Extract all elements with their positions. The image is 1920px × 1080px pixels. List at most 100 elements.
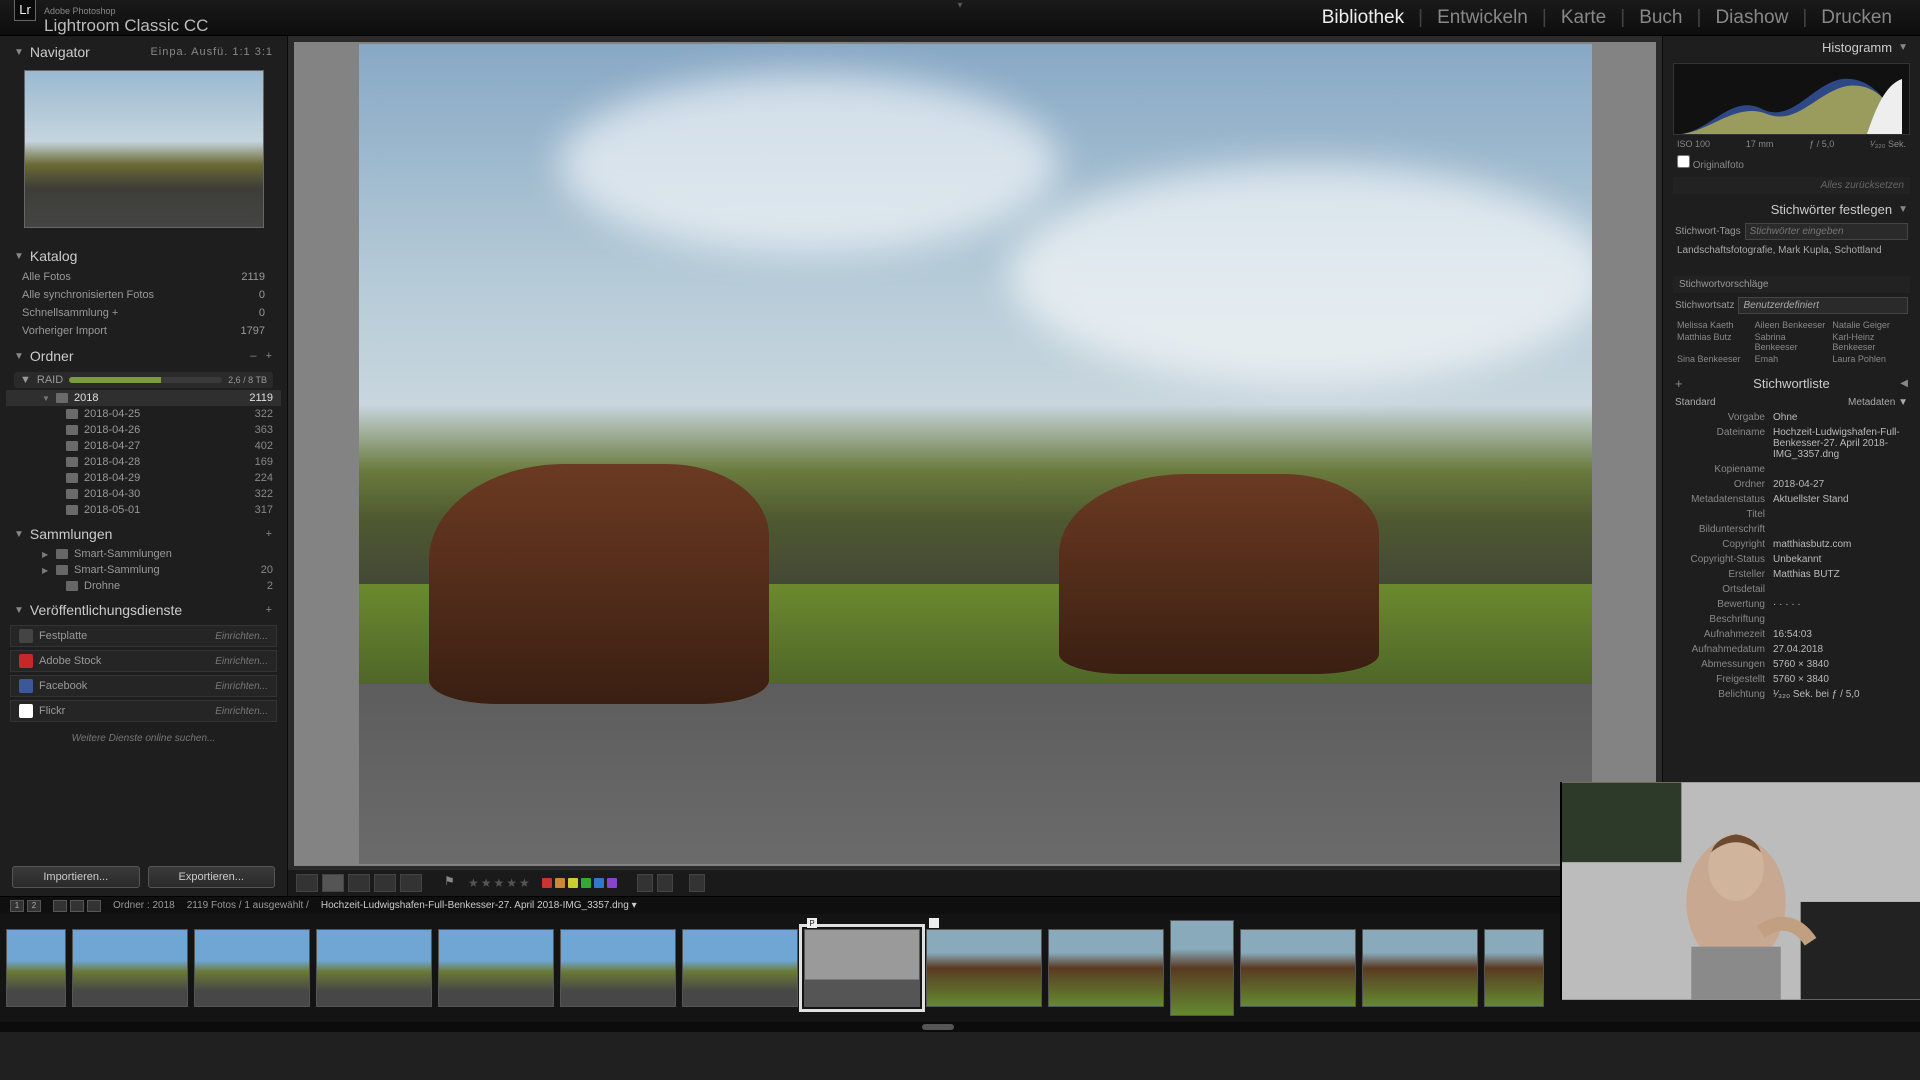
publish-service[interactable]: Adobe StockEinrichten... (10, 650, 277, 672)
thumbnail[interactable] (438, 929, 554, 1007)
coll-drohne[interactable]: Drohne2 (6, 578, 281, 594)
module-drucken[interactable]: Drucken (1807, 7, 1906, 29)
setup-link[interactable]: Einrichten... (215, 656, 268, 667)
current-filename[interactable]: Hochzeit-Ludwigshafen-Full-Benkesser-27.… (321, 900, 637, 911)
thumbnail[interactable] (1048, 929, 1164, 1007)
kw-suggestion[interactable]: Emah (1755, 354, 1829, 364)
kw-suggestion[interactable]: Natalie Geiger (1832, 320, 1906, 330)
metadata-value[interactable]: Aktuellster Stand (1773, 494, 1908, 505)
color-label[interactable] (607, 878, 617, 888)
compare-view-icon[interactable] (348, 874, 370, 892)
setup-link[interactable]: Einrichten... (215, 681, 268, 692)
folder-row[interactable]: 2018-04-29224 (6, 470, 281, 486)
color-label[interactable] (555, 878, 565, 888)
kw-suggestion[interactable]: Sabrina Benkeeser (1755, 332, 1829, 352)
thumbnail[interactable] (926, 929, 1042, 1007)
kw-suggest-header[interactable]: Stichwortvorschläge (1673, 276, 1910, 293)
thumbnail[interactable] (6, 929, 66, 1007)
smart-coll[interactable]: ▶Smart-Sammlung20 (6, 562, 281, 578)
folder-row[interactable]: 2018-04-30322 (6, 486, 281, 502)
folder-row[interactable]: 2018-04-25322 (6, 406, 281, 422)
keyword-input[interactable] (1745, 223, 1908, 240)
smart-coll-group[interactable]: ▶Smart-Sammlungen (6, 546, 281, 562)
color-label[interactable] (568, 878, 578, 888)
people-view-icon[interactable] (400, 874, 422, 892)
metadata-value[interactable]: · · · · · (1773, 599, 1908, 610)
thumbnail[interactable] (72, 929, 188, 1007)
navigator-header[interactable]: ▼ Navigator Einpa. Ausfü. 1:1 3:1 (6, 40, 281, 64)
crop-icon[interactable] (689, 874, 705, 892)
thumbnail[interactable] (560, 929, 676, 1007)
color-label[interactable] (581, 878, 591, 888)
folder-row[interactable]: 2018-05-01317 (6, 502, 281, 518)
ordner-header[interactable]: ▼Ordner– + (6, 344, 281, 368)
scroll-handle[interactable] (922, 1024, 954, 1030)
kw-suggestion[interactable]: Laura Pohlen (1832, 354, 1906, 364)
kw-suggestion[interactable]: Aileen Benkeeser (1755, 320, 1829, 330)
thumbnail-selected[interactable]: P (804, 929, 920, 1007)
display-1[interactable]: 1 (10, 900, 24, 912)
folder-row[interactable]: 2018-04-26363 (6, 422, 281, 438)
next-arrow-icon[interactable] (87, 900, 101, 912)
metadata-value[interactable]: Matthias BUTZ (1773, 569, 1908, 580)
kw-suggestion[interactable]: Melissa Kaeth (1677, 320, 1751, 330)
reset-all-button[interactable]: Alles zurücksetzen (1673, 177, 1910, 194)
publish-add[interactable]: + (266, 604, 273, 616)
setup-link[interactable]: Einrichten... (215, 706, 268, 717)
sammlungen-header[interactable]: ▼Sammlungen+ (6, 522, 281, 546)
loupe-view[interactable] (294, 42, 1656, 866)
display-2[interactable]: 2 (27, 900, 41, 912)
kw-set-select[interactable] (1738, 297, 1908, 314)
publish-header[interactable]: ▼Veröffentlichungsdienste+ (6, 598, 281, 622)
metadata-value[interactable]: 2018-04-27 (1773, 479, 1908, 490)
metadata-value[interactable] (1773, 584, 1908, 595)
keyword-list[interactable]: Landschaftsfotografie, Mark Kupla, Schot… (1669, 242, 1914, 274)
thumbnail[interactable] (682, 929, 798, 1007)
metadata-value[interactable] (1773, 614, 1908, 625)
filmstrip-scrollbar[interactable] (0, 1022, 1920, 1032)
color-label[interactable] (542, 878, 552, 888)
metadata-value[interactable] (1773, 509, 1908, 520)
metadata-value[interactable]: 5760 × 3840 (1773, 674, 1908, 685)
keywords-header[interactable]: Stichwörter festlegen▼ (1669, 198, 1914, 221)
publish-service[interactable]: FestplatteEinrichten... (10, 625, 277, 647)
metadata-value[interactable] (1773, 524, 1908, 535)
original-checkbox[interactable] (1677, 155, 1690, 168)
breadcrumb[interactable]: Ordner : 2018 (113, 900, 175, 911)
top-collapse-handle[interactable]: ▾ (957, 0, 962, 11)
metadata-value[interactable]: ¹⁄₃₂₀ Sek. bei ƒ / 5,0 (1773, 689, 1908, 700)
folder-row[interactable]: 2018-04-27402 (6, 438, 281, 454)
metadata-value[interactable]: 16:54:03 (1773, 629, 1908, 640)
module-bibliothek[interactable]: Bibliothek (1308, 7, 1418, 29)
thumbnail[interactable] (194, 929, 310, 1007)
setup-link[interactable]: Einrichten... (215, 631, 268, 642)
metadata-value[interactable]: 5760 × 3840 (1773, 659, 1908, 670)
module-buch[interactable]: Buch (1625, 7, 1696, 29)
katalog-item[interactable]: Alle Fotos2119 (6, 268, 281, 286)
module-entwickeln[interactable]: Entwickeln (1423, 7, 1542, 29)
kwlist-header[interactable]: +Stichwortliste◀ (1669, 372, 1914, 395)
import-button[interactable]: Importieren... (12, 866, 140, 888)
module-karte[interactable]: Karte (1547, 7, 1620, 29)
meta-header[interactable]: Standard Metadaten ▼ (1669, 395, 1914, 410)
prev-arrow-icon[interactable] (70, 900, 84, 912)
rotate-ccw-icon[interactable] (637, 874, 653, 892)
metadata-value[interactable]: 27.04.2018 (1773, 644, 1908, 655)
grid-view-icon[interactable] (296, 874, 318, 892)
rating-stars[interactable]: ★★★★★ (468, 876, 532, 890)
katalog-item[interactable]: Schnellsammlung +0 (6, 304, 281, 322)
kw-suggestion[interactable]: Karl-Heinz Benkeeser (1832, 332, 1906, 352)
thumbnail[interactable] (1362, 929, 1478, 1007)
thumbnail[interactable] (1484, 929, 1544, 1007)
ordner-tools[interactable]: – + (250, 350, 273, 362)
sammlung-add[interactable]: + (266, 528, 273, 540)
thumbnail[interactable] (1240, 929, 1356, 1007)
module-diashow[interactable]: Diashow (1701, 7, 1802, 29)
flag-pick-icon[interactable]: ⚑ (444, 874, 458, 892)
metadata-value[interactable]: Hochzeit-Ludwigshafen-Full-Benkesser-27.… (1773, 427, 1908, 460)
katalog-header[interactable]: ▼Katalog (6, 244, 281, 268)
metadata-value[interactable]: Unbekannt (1773, 554, 1908, 565)
find-more-services[interactable]: Weitere Dienste online suchen... (6, 725, 281, 752)
volume-bar[interactable]: ▼RAID2,6 / 8 TB (14, 372, 273, 388)
survey-view-icon[interactable] (374, 874, 396, 892)
